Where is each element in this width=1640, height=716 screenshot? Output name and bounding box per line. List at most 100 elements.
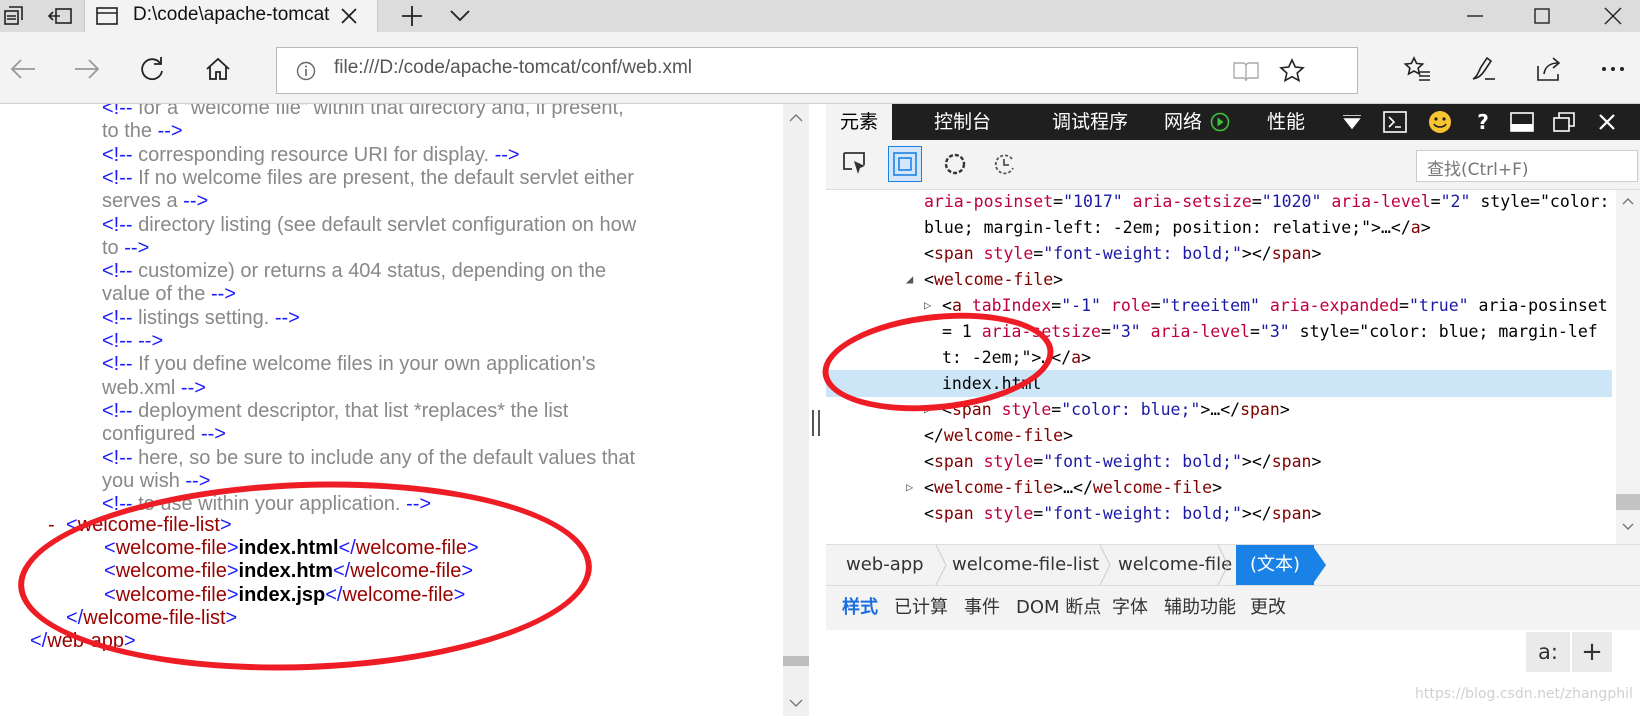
minimize-icon[interactable] xyxy=(1460,0,1490,32)
highlight-box-icon[interactable] xyxy=(888,146,922,182)
xml-comment-line: to --> xyxy=(102,236,150,259)
xml-comment-line: <!-- customize) or returns a 404 status,… xyxy=(102,260,607,283)
new-tab-icon[interactable] xyxy=(398,2,426,30)
dock-bottom-icon[interactable] xyxy=(1508,110,1536,134)
navigation-bar: file:///D:/code/apache-tomcat/conf/web.x… xyxy=(0,32,1640,104)
dom-node-text: </welcome-file> xyxy=(924,426,1074,445)
breadcrumb-text-node[interactable]: (文本) xyxy=(1236,545,1315,585)
xml-comment-line: <!-- deployment descriptor, that list *r… xyxy=(102,399,569,422)
address-url: file:///D:/code/apache-tomcat/conf/web.x… xyxy=(334,57,692,78)
favorites-hub-icon[interactable] xyxy=(1400,52,1434,86)
expand-right-icon[interactable]: ▷ xyxy=(906,474,913,501)
browser-tab[interactable]: D:\code\apache-tomcat xyxy=(84,0,378,32)
xml-comment-line: <!-- corresponding resource URI for disp… xyxy=(102,143,520,166)
network-record-icon[interactable] xyxy=(1210,112,1230,132)
dom-node-text: blue; margin-left: -2em; position: relat… xyxy=(924,218,1431,237)
info-icon[interactable] xyxy=(295,60,317,82)
scroll-down-icon[interactable] xyxy=(787,694,805,712)
breadcrumb-welcome-file-list[interactable]: welcome-file-list xyxy=(952,545,1099,585)
back-icon[interactable] xyxy=(6,54,40,84)
breadcrumb-active-arrow-icon xyxy=(1312,545,1326,585)
add-rule-button[interactable]: + xyxy=(1572,632,1612,672)
dom-node-text: <welcome-file>…</welcome-file> xyxy=(924,478,1223,497)
dom-node-text: <span style="font-weight: bold;"></span> xyxy=(924,244,1322,263)
devtools-close-icon[interactable] xyxy=(1594,110,1620,134)
dom-node-text: <a tabIndex="-1" role="treeitem" aria-ex… xyxy=(942,296,1608,315)
breadcrumb-separator-icon xyxy=(935,545,947,585)
xml-comment-line: <!-- If you define welcome files in your… xyxy=(102,353,596,376)
watermark: https://blog.csdn.net/zhangphil xyxy=(1415,686,1633,702)
set-tabs-aside-icon[interactable] xyxy=(44,0,76,32)
xml-comment-line: you wish --> xyxy=(102,469,211,492)
scroll-thumb[interactable] xyxy=(783,656,809,666)
title-bar: D:\code\apache-tomcat xyxy=(0,0,1640,32)
web-note-icon[interactable] xyxy=(1466,52,1500,86)
xml-comment-line: to the --> xyxy=(102,120,183,143)
tab-debugger[interactable]: 调试程序 xyxy=(1052,104,1128,140)
dom-search-input[interactable]: 查找(Ctrl+F) xyxy=(1416,150,1638,182)
subtab-computed[interactable]: 已计算 xyxy=(894,586,948,630)
more-icon[interactable] xyxy=(1596,52,1630,86)
styles-pane: a: + xyxy=(826,630,1640,716)
subtab-accessibility[interactable]: 辅助功能 xyxy=(1164,586,1236,630)
xml-comment-line: <!-- --> xyxy=(102,330,164,352)
collapse-marker[interactable]: - xyxy=(48,513,55,537)
forward-icon[interactable] xyxy=(70,54,104,84)
favorite-star-icon[interactable] xyxy=(1277,56,1307,86)
tab-overflow-icon[interactable] xyxy=(1340,110,1364,134)
breadcrumb-web-app[interactable]: web-app xyxy=(846,545,924,585)
undock-icon[interactable] xyxy=(1550,110,1578,134)
tab-network[interactable]: 网络 xyxy=(1164,104,1202,140)
maximize-icon[interactable] xyxy=(1527,0,1557,32)
styles-subtab-bar: 样式 已计算 事件 DOM 断点 字体 辅助功能 更改 xyxy=(826,586,1640,630)
color-picker-icon[interactable] xyxy=(940,148,970,180)
subtab-events[interactable]: 事件 xyxy=(964,586,1000,630)
xml-comment-line: configured --> xyxy=(102,423,226,446)
tab-performance[interactable]: 性能 xyxy=(1267,104,1305,140)
subtab-styles[interactable]: 样式 xyxy=(842,586,878,630)
xml-comment-line: <!-- If no welcome files are present, th… xyxy=(102,166,634,189)
chevron-down-icon[interactable] xyxy=(446,2,474,30)
dom-node-text: <span style="font-weight: bold;"></span> xyxy=(924,452,1322,471)
breadcrumb-separator-icon xyxy=(1099,545,1111,585)
dom-tree-scrollbar[interactable] xyxy=(1616,190,1640,545)
tab-console[interactable]: 控制台 xyxy=(934,104,991,140)
tab-title: D:\code\apache-tomcat xyxy=(133,4,330,25)
share-icon[interactable] xyxy=(1532,52,1566,86)
dom-node-text: <span style="font-weight: bold;"></span> xyxy=(924,504,1322,523)
console-icon[interactable] xyxy=(1382,110,1408,134)
subtab-dom-breakpoints[interactable]: DOM 断点 xyxy=(1016,586,1101,630)
refresh-icon[interactable] xyxy=(136,54,168,84)
scroll-up-icon[interactable] xyxy=(787,108,805,126)
pseudo-state-button[interactable]: a: xyxy=(1526,632,1570,672)
tab-preview-icon xyxy=(95,4,119,28)
expand-down-icon[interactable]: ◢ xyxy=(906,266,913,293)
xml-comment-line: serves a --> xyxy=(102,190,209,213)
scroll-up-icon[interactable] xyxy=(1620,194,1636,208)
devtools-panel: 元素 控制台 调试程序 网络 性能 ? 查找(Ctrl+F) aria-posi… xyxy=(826,104,1640,716)
subtab-changes[interactable]: 更改 xyxy=(1250,586,1286,630)
breadcrumb: web-app welcome-file-list welcome-file (… xyxy=(826,544,1640,586)
vertical-scrollbar[interactable] xyxy=(783,104,809,716)
reading-view-icon[interactable] xyxy=(1231,58,1261,84)
refresh-dom-icon[interactable] xyxy=(990,148,1020,180)
dom-node-text: <span style="color: blue;">…</span> xyxy=(942,400,1290,419)
feedback-smile-icon[interactable] xyxy=(1426,108,1454,136)
window-close-icon[interactable] xyxy=(1596,0,1630,32)
address-bar[interactable]: file:///D:/code/apache-tomcat/conf/web.x… xyxy=(276,47,1358,94)
tab-elements[interactable]: 元素 xyxy=(826,104,893,140)
xml-comment-line: value of the --> xyxy=(102,283,236,306)
devtools-toolbar: 查找(Ctrl+F) xyxy=(826,140,1640,190)
scroll-down-icon[interactable] xyxy=(1620,520,1636,534)
xml-comment-line: web.xml --> xyxy=(102,376,206,399)
help-icon[interactable]: ? xyxy=(1470,108,1496,136)
xml-comment-line: <!-- here, so be sure to include any of … xyxy=(102,446,636,469)
select-element-icon[interactable] xyxy=(840,148,870,180)
dom-node-text: aria-posinset="1017" aria-setsize="1020"… xyxy=(924,192,1610,211)
splitter-handle[interactable] xyxy=(812,410,820,436)
dom-scroll-thumb[interactable] xyxy=(1616,494,1640,510)
home-icon[interactable] xyxy=(202,54,234,84)
tab-actions-icon[interactable] xyxy=(0,0,28,32)
close-icon[interactable] xyxy=(337,4,361,28)
subtab-fonts[interactable]: 字体 xyxy=(1112,586,1148,630)
